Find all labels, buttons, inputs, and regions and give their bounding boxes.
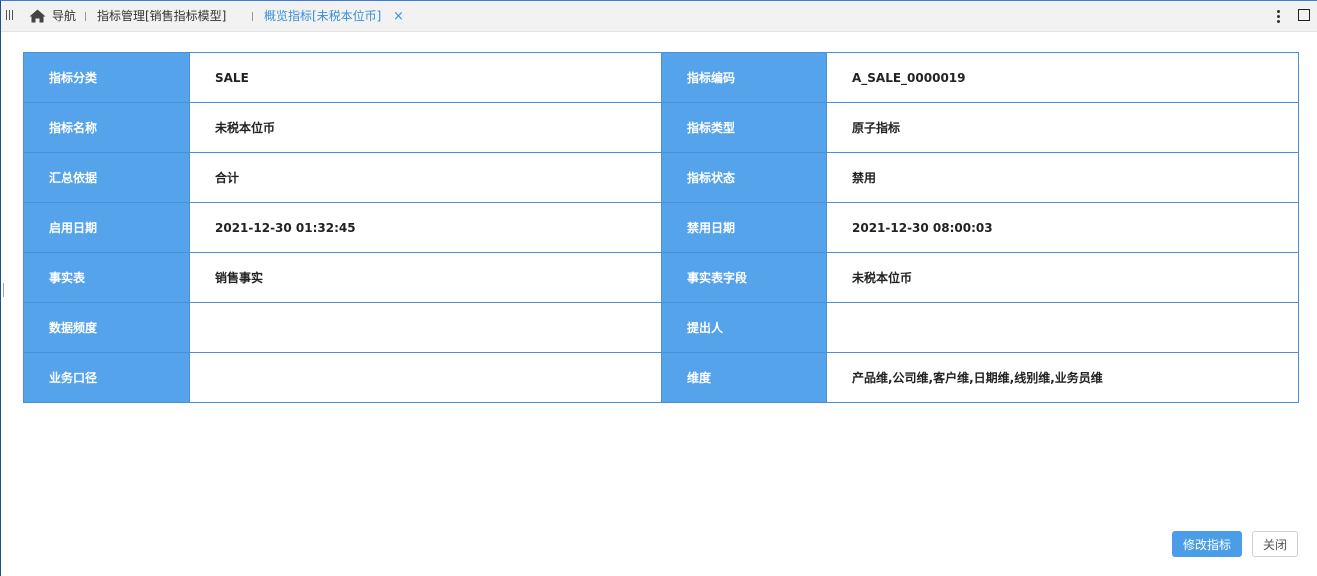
maximize-icon[interactable] (1298, 9, 1310, 21)
field-label: 事实表 (23, 252, 190, 303)
field-label: 指标分类 (23, 52, 190, 103)
tab-separator (85, 12, 86, 21)
table-row: 启用日期 2021-12-30 01:32:45 禁用日期 2021-12-30… (23, 202, 1299, 253)
tab-separator (252, 12, 253, 21)
close-button[interactable]: 关闭 (1252, 531, 1298, 557)
field-label: 事实表字段 (661, 252, 827, 303)
field-label: 指标状态 (661, 152, 827, 203)
home-icon (29, 9, 46, 23)
tab-home-label: 导航 (52, 9, 77, 23)
field-value: 产品维,公司维,客户维,日期维,线别维,业务员维 (826, 352, 1299, 403)
table-row: 指标分类 SALE 指标编码 A_SALE_0000019 (23, 52, 1299, 103)
field-label: 指标编码 (661, 52, 827, 103)
grip-icon[interactable] (6, 10, 15, 21)
close-tab-icon[interactable]: × (393, 1, 404, 32)
more-vertical-icon[interactable] (1274, 8, 1282, 26)
field-label: 指标名称 (23, 102, 190, 153)
field-value: 原子指标 (826, 102, 1299, 153)
field-label: 业务口径 (23, 352, 190, 403)
info-table-body: 指标分类 SALE 指标编码 A_SALE_0000019 指标名称 未税本位币… (23, 52, 1299, 403)
modify-indicator-button[interactable]: 修改指标 (1172, 531, 1242, 557)
field-value: 销售事实 (189, 252, 662, 303)
field-label: 指标类型 (661, 102, 827, 153)
field-value: SALE (189, 52, 662, 103)
field-label: 启用日期 (23, 202, 190, 253)
table-row: 事实表 销售事实 事实表字段 未税本位币 (23, 252, 1299, 303)
field-value (189, 352, 662, 403)
field-value: 合计 (189, 152, 662, 203)
field-value: 2021-12-30 08:00:03 (826, 202, 1299, 253)
table-row: 指标名称 未税本位币 指标类型 原子指标 (23, 102, 1299, 153)
field-label: 禁用日期 (661, 202, 827, 253)
field-label: 数据频度 (23, 302, 190, 353)
table-row: 数据频度 提出人 (23, 302, 1299, 353)
table-row: 业务口径 维度 产品维,公司维,客户维,日期维,线别维,业务员维 (23, 352, 1299, 403)
field-label: 提出人 (661, 302, 827, 353)
field-label: 汇总依据 (23, 152, 190, 203)
field-value (826, 302, 1299, 353)
indicator-info-table: 指标分类 SALE 指标编码 A_SALE_0000019 指标名称 未税本位币… (23, 52, 1299, 403)
page: 导航 指标管理[销售指标模型] 概览指标[未税本位币] × 指标分类 SALE … (0, 0, 1317, 576)
field-value: A_SALE_0000019 (826, 52, 1299, 103)
field-value: 禁用 (826, 152, 1299, 203)
tab-bar: 导航 指标管理[销售指标模型] 概览指标[未税本位币] × (1, 1, 1317, 32)
table-row: 汇总依据 合计 指标状态 禁用 (23, 152, 1299, 203)
field-value: 未税本位币 (189, 102, 662, 153)
side-drag-handle[interactable] (3, 283, 4, 297)
field-value: 未税本位币 (826, 252, 1299, 303)
tab-indicator-management[interactable]: 指标管理[销售指标模型] (97, 1, 226, 32)
field-value: 2021-12-30 01:32:45 (189, 202, 662, 253)
field-value (189, 302, 662, 353)
tab-indicator-overview[interactable]: 概览指标[未税本位币] (264, 1, 381, 32)
field-label: 维度 (661, 352, 827, 403)
